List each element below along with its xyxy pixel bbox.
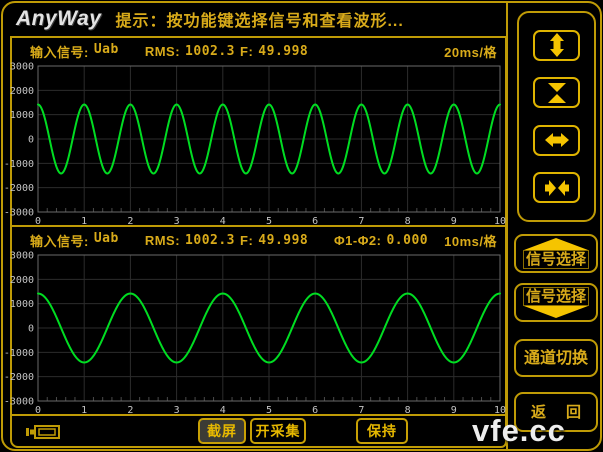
- signal-select-down-button[interactable]: 信号选择: [514, 283, 598, 322]
- sidebar-divider: [506, 3, 508, 449]
- timebase-value: 20ms/格: [444, 42, 497, 61]
- channel-switch-label: 通道切换: [522, 350, 590, 367]
- signal-value: Uab: [94, 231, 119, 250]
- svg-text:-3000: -3000: [4, 208, 34, 219]
- freq-value: 49.998: [258, 233, 308, 248]
- expand-horizontal-button[interactable]: [533, 125, 580, 156]
- compress-horizontal-button[interactable]: [533, 172, 580, 203]
- oscilloscope-screen: AnyWay 提示：按功能键选择信号和查看波形... 输入信号: Uab RMS…: [0, 0, 603, 452]
- rms-label: RMS:: [145, 44, 180, 59]
- signal-select-down-label: 信号选择: [523, 287, 589, 306]
- expand-vertical-button[interactable]: [533, 30, 580, 61]
- waveform-header: 输入信号: Uab RMS: 1002.3 F: 49.998 Φ1-Φ2: 0…: [12, 229, 505, 251]
- bottom-bar: 截屏 开采集 保持: [10, 414, 507, 448]
- anyway-logo: AnyWay: [16, 7, 101, 31]
- title-bar: AnyWay 提示：按功能键选择信号和查看波形...: [12, 4, 506, 34]
- svg-text:3000: 3000: [10, 251, 34, 262]
- svg-text:-3000: -3000: [4, 397, 34, 408]
- battery-icon: [26, 424, 62, 440]
- expand-vertical-icon: [544, 32, 570, 58]
- waveform-plot-bottom: 3000200010000-1000-2000-3000012345678910: [12, 251, 505, 415]
- expand-horizontal-icon: [544, 127, 570, 153]
- phase-diff-label: Φ1-Φ2:: [334, 233, 381, 248]
- freq-value: 49.998: [258, 44, 308, 59]
- start-capture-button[interactable]: 开采集: [250, 418, 306, 444]
- compress-vertical-button[interactable]: [533, 77, 580, 108]
- waveform-header: 输入信号: Uab RMS: 1002.3 F: 49.998 20ms/格: [12, 40, 505, 62]
- svg-text:-1000: -1000: [4, 348, 34, 359]
- channel-switch-button[interactable]: 通道切换: [514, 339, 598, 377]
- rms-label: RMS:: [145, 233, 180, 248]
- triangle-up-icon: [524, 238, 588, 250]
- signal-label: 输入信号:: [30, 231, 89, 250]
- compress-vertical-icon: [544, 80, 570, 106]
- svg-text:2000: 2000: [10, 86, 34, 97]
- freq-label: F:: [240, 44, 253, 59]
- waveform-panel-bottom: 输入信号: Uab RMS: 1002.3 F: 49.998 Φ1-Φ2: 0…: [10, 225, 507, 416]
- svg-text:0: 0: [28, 135, 34, 146]
- hold-button[interactable]: 保持: [356, 418, 408, 444]
- signal-select-up-label: 信号选择: [523, 250, 589, 269]
- watermark: vfe.cc: [472, 413, 566, 449]
- back-label-right: 回: [564, 404, 583, 421]
- svg-text:1000: 1000: [10, 110, 34, 121]
- timebase-value: 10ms/格: [444, 231, 497, 250]
- signal-value: Uab: [94, 42, 119, 61]
- svg-text:0: 0: [28, 324, 34, 335]
- svg-text:1000: 1000: [10, 299, 34, 310]
- compress-horizontal-icon: [544, 175, 570, 201]
- svg-text:-2000: -2000: [4, 183, 34, 194]
- svg-text:-1000: -1000: [4, 159, 34, 170]
- waveform-panel-top: 输入信号: Uab RMS: 1002.3 F: 49.998 20ms/格 3…: [10, 36, 507, 227]
- waveform-plot-top: 3000200010000-1000-2000-3000012345678910: [12, 62, 505, 226]
- freq-label: F:: [240, 233, 253, 248]
- triangle-down-icon: [524, 306, 588, 318]
- rms-value: 1002.3: [185, 44, 235, 59]
- svg-text:-2000: -2000: [4, 372, 34, 383]
- svg-text:2000: 2000: [10, 275, 34, 286]
- zoom-button-group: [517, 11, 596, 222]
- svg-text:3000: 3000: [10, 62, 34, 73]
- signal-select-up-button[interactable]: 信号选择: [514, 234, 598, 273]
- signal-label: 输入信号:: [30, 42, 89, 61]
- rms-value: 1002.3: [185, 233, 235, 248]
- screenshot-button[interactable]: 截屏: [198, 418, 246, 444]
- hint-text: 提示：按功能键选择信号和查看波形...: [115, 7, 403, 31]
- phase-diff-value: 0.000: [386, 233, 428, 248]
